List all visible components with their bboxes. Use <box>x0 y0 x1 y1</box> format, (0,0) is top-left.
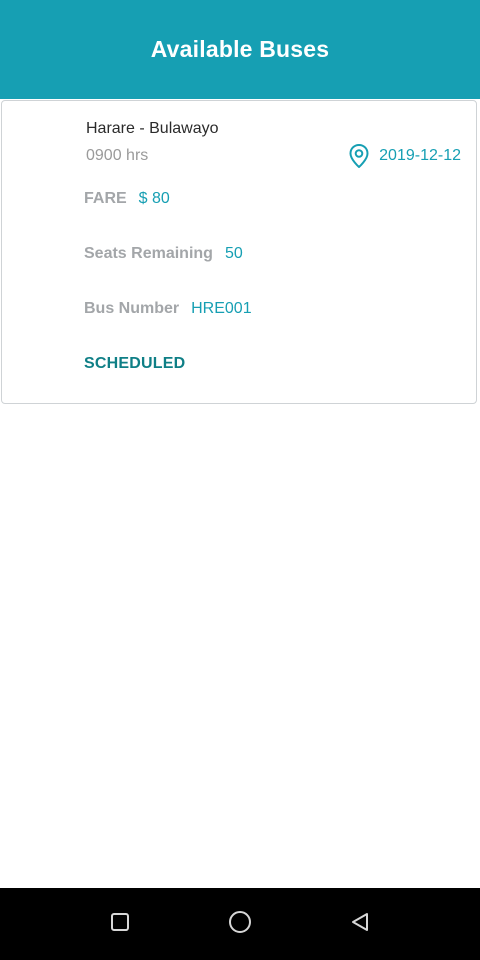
travel-date: 2019-12-12 <box>379 147 461 164</box>
fare-value: $ 80 <box>138 190 170 207</box>
system-nav-bar <box>0 888 480 960</box>
route-text: Harare - Bulawayo <box>86 120 219 137</box>
recents-button[interactable] <box>104 908 136 940</box>
page-title: Available Buses <box>150 36 330 62</box>
app-header: Available Buses <box>0 0 480 99</box>
bus-number-label: Bus Number <box>84 300 180 317</box>
status-badge: SCHEDULED <box>84 355 186 372</box>
back-button[interactable] <box>344 908 376 940</box>
seats-value: 50 <box>224 245 243 262</box>
seats-row: Seats Remaining 50 <box>84 245 243 263</box>
circle-icon <box>228 910 252 939</box>
bus-number-value: HRE001 <box>191 300 252 317</box>
triangle-back-icon <box>349 911 371 938</box>
fare-label: FARE <box>84 190 127 207</box>
app-screen: Available Buses Harare - Bulawayo 0900 h… <box>0 0 480 960</box>
bus-card[interactable]: Harare - Bulawayo 0900 hrs 2019-12-12 FA… <box>1 100 477 404</box>
bus-number-row: Bus Number HRE001 <box>84 300 252 318</box>
home-button[interactable] <box>224 908 256 940</box>
seats-label: Seats Remaining <box>84 245 213 262</box>
location-pin-icon <box>347 143 371 169</box>
square-icon <box>110 912 130 937</box>
departure-time: 0900 hrs <box>86 147 149 164</box>
fare-row: FARE $ 80 <box>84 190 170 208</box>
date-container: 2019-12-12 <box>347 143 461 169</box>
